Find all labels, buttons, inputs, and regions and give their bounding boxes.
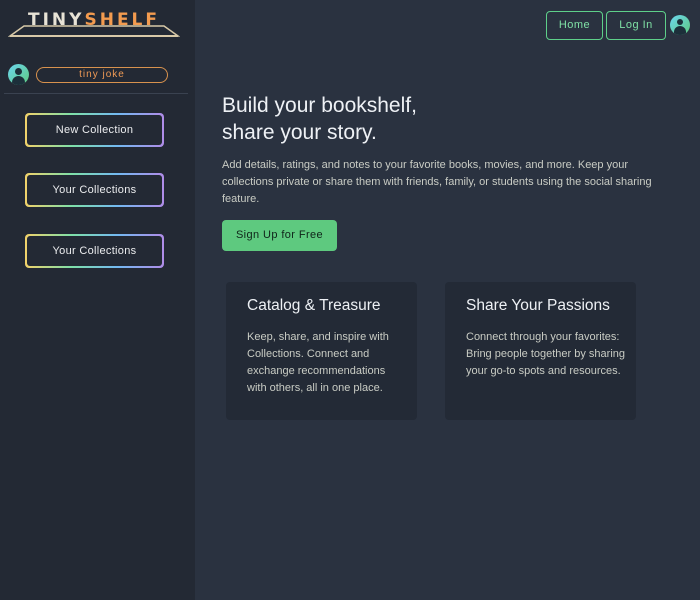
feature-card-passions: Share Your Passions Connect through your… bbox=[445, 282, 636, 420]
your-collections-button-2[interactable]: Your Collections bbox=[25, 234, 164, 268]
hero-description: Add details, ratings, and notes to your … bbox=[222, 159, 652, 205]
sidebar-divider bbox=[4, 93, 188, 94]
feature-card-catalog: Catalog & Treasure Keep, share, and insp… bbox=[226, 282, 417, 420]
card-text: Keep, share, and inspire with Collection… bbox=[247, 331, 389, 394]
brand-name: TINYSHELF bbox=[8, 10, 180, 30]
username-badge[interactable]: tiny joke bbox=[36, 67, 168, 83]
your-collections-label: Your Collections bbox=[27, 175, 162, 205]
your-collections-button[interactable]: Your Collections bbox=[25, 173, 164, 207]
card-text: Connect through your favorites: Bring pe… bbox=[466, 331, 625, 377]
new-collection-button[interactable]: New Collection bbox=[25, 113, 164, 147]
new-collection-label: New Collection bbox=[27, 115, 162, 145]
hero-title-line2: share your story. bbox=[222, 121, 377, 144]
brand-tiny: TINY bbox=[28, 10, 85, 30]
hero-title-line1: Build your bookshelf, bbox=[222, 94, 417, 117]
sidebar: TINYSHELF tiny joke New Collection Your … bbox=[0, 0, 195, 600]
your-collections-label-2: Your Collections bbox=[27, 236, 162, 266]
card-title: Catalog & Treasure bbox=[247, 297, 381, 314]
hero-title: Build your bookshelf, share your story. bbox=[222, 92, 662, 146]
login-button[interactable]: Log In bbox=[606, 11, 666, 40]
brand-shelf: SHELF bbox=[84, 10, 160, 30]
user-profile[interactable]: tiny joke bbox=[8, 64, 178, 86]
user-icon[interactable] bbox=[8, 64, 29, 85]
card-title: Share Your Passions bbox=[466, 297, 610, 314]
user-icon[interactable] bbox=[670, 15, 690, 35]
home-button[interactable]: Home bbox=[546, 11, 603, 40]
sign-up-button[interactable]: Sign Up for Free bbox=[222, 220, 337, 251]
tinyshelf-logo[interactable]: TINYSHELF bbox=[8, 8, 180, 38]
